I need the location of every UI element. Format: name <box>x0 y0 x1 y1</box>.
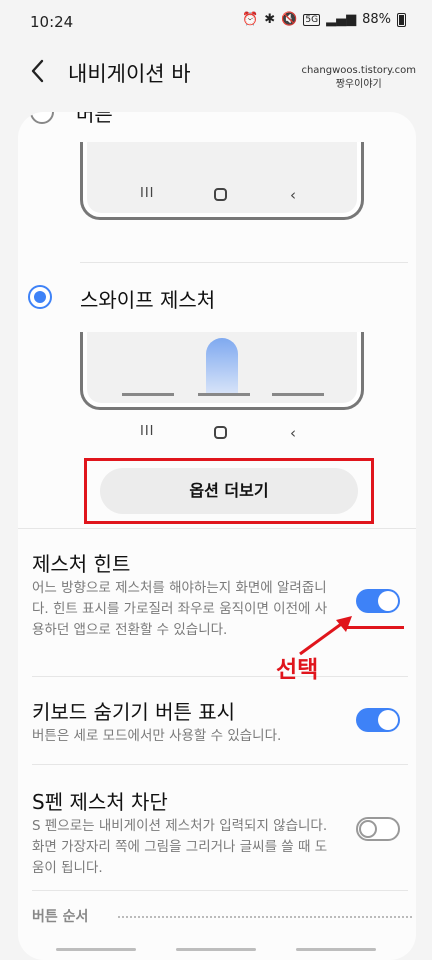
gesture-hint-title: 제스처 힌트 <box>32 552 131 576</box>
back-icon: ‹ <box>290 186 296 204</box>
network-label: 5G <box>303 13 321 26</box>
gesture-bar-right <box>272 393 324 396</box>
gesture-hint-toggle[interactable] <box>356 589 400 613</box>
watermark-url: changwoos.tistory.com <box>301 65 416 76</box>
button-order-label: 버튼 순서 <box>32 909 89 925</box>
gesture-hint-pill <box>206 338 238 396</box>
status-icons: ⏰ ✱ 🔇 5G ▂▄▆ 88% <box>242 12 406 27</box>
bluetooth-icon: ✱ <box>264 12 276 27</box>
back-arrow-icon <box>31 59 44 83</box>
gesture-navkeys: III ‹ <box>140 424 300 442</box>
buttons-option-label: 버튼 <box>76 112 113 126</box>
divider <box>18 528 416 529</box>
divider <box>32 890 408 891</box>
spen-gesture-block-toggle[interactable] <box>356 817 400 841</box>
battery-percent: 88% <box>362 12 391 27</box>
buttons-preview-navkeys: III ‹ <box>140 186 300 204</box>
settings-card: 버튼 III ‹ 스와이프 제스처 III ‹ 옵션 더보기 제스처 힌트 어느… <box>18 112 416 960</box>
signal-icon: ▂▄▆ <box>326 12 357 27</box>
watermark-name: 짱우이야기 <box>335 79 382 90</box>
gesture-option-label[interactable]: 스와이프 제스처 <box>80 284 215 313</box>
spen-gesture-block-description: S 펜으로는 내비게이션 제스처가 입력되지 않습니다. 화면 가장자리 쪽에 … <box>32 818 328 876</box>
keyboard-hide-button-title: 키보드 숨기기 버튼 표시 <box>32 700 236 724</box>
divider <box>32 764 408 765</box>
radio-gesture-option[interactable] <box>28 285 52 309</box>
mute-icon: 🔇 <box>281 12 298 27</box>
home-indicator-left <box>56 948 136 951</box>
recent-apps-icon: III <box>140 186 155 201</box>
radio-buttons-option[interactable] <box>30 112 54 124</box>
keyboard-hide-button-toggle[interactable] <box>356 708 400 732</box>
dotted-separator <box>118 916 412 918</box>
annotation-label: 선택 <box>276 657 319 683</box>
alarm-icon: ⏰ <box>242 12 259 27</box>
annotation-highlight-box <box>84 458 374 524</box>
home-icon <box>213 426 227 439</box>
watermark: changwoos.tistory.com 짱우이야기 <box>301 64 416 92</box>
home-indicator-center <box>176 948 256 951</box>
divider <box>80 262 408 263</box>
gesture-bar-left <box>122 393 174 396</box>
app-header: 내비게이션 바 changwoos.tistory.com 짱우이야기 <box>0 44 432 104</box>
recent-apps-icon: III <box>140 424 155 439</box>
gesture-bar-center <box>198 393 250 396</box>
gesture-hint-description: 어느 방향으로 제스처를 해야하는지 화면에 알려줍니다. 힌트 표시를 가로질… <box>32 580 328 638</box>
back-button[interactable] <box>24 56 54 86</box>
status-time: 10:24 <box>30 13 74 31</box>
spen-gesture-block-title: S펜 제스처 차단 <box>32 790 168 814</box>
page-title: 내비게이션 바 <box>68 62 191 86</box>
home-icon <box>213 188 227 201</box>
buttons-preview[interactable] <box>80 142 364 220</box>
divider <box>32 676 408 677</box>
keyboard-hide-button-description: 버튼은 세로 모드에서만 사용할 수 있습니다. <box>32 728 282 744</box>
status-bar: 10:24 ⏰ ✱ 🔇 5G ▂▄▆ 88% <box>0 0 432 44</box>
home-indicator-right <box>296 948 376 951</box>
back-icon: ‹ <box>290 424 296 442</box>
battery-icon <box>397 12 406 27</box>
